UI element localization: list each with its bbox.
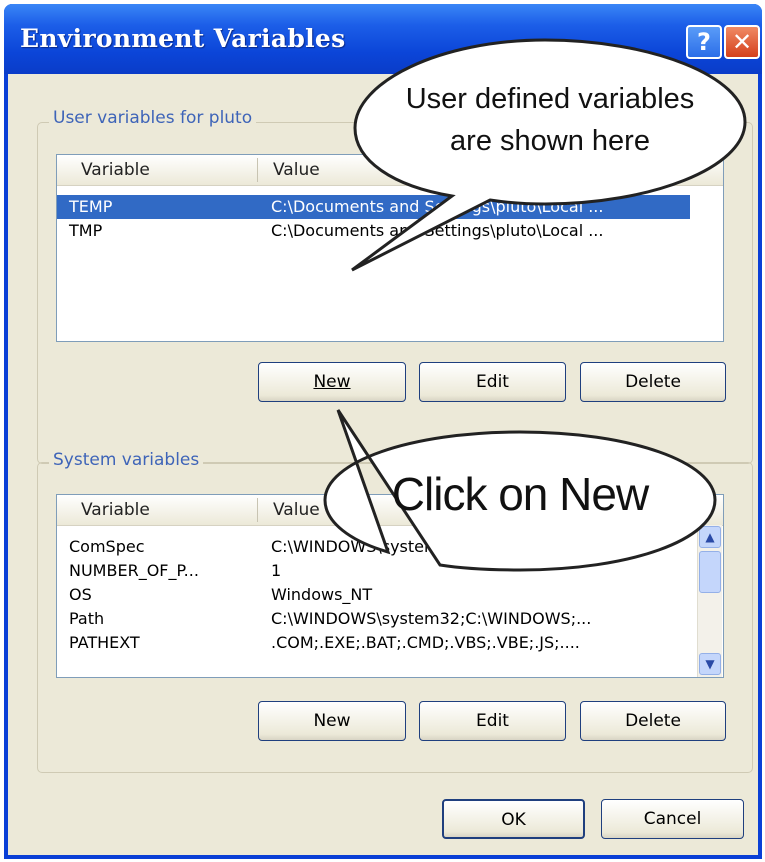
user-callout-line1: User defined variables [405,83,695,115]
new-callout-text: Click on New [391,468,649,520]
user-callout-text: User defined variables are shown here [400,78,700,162]
user-callout-line2: are shown here [450,125,650,157]
